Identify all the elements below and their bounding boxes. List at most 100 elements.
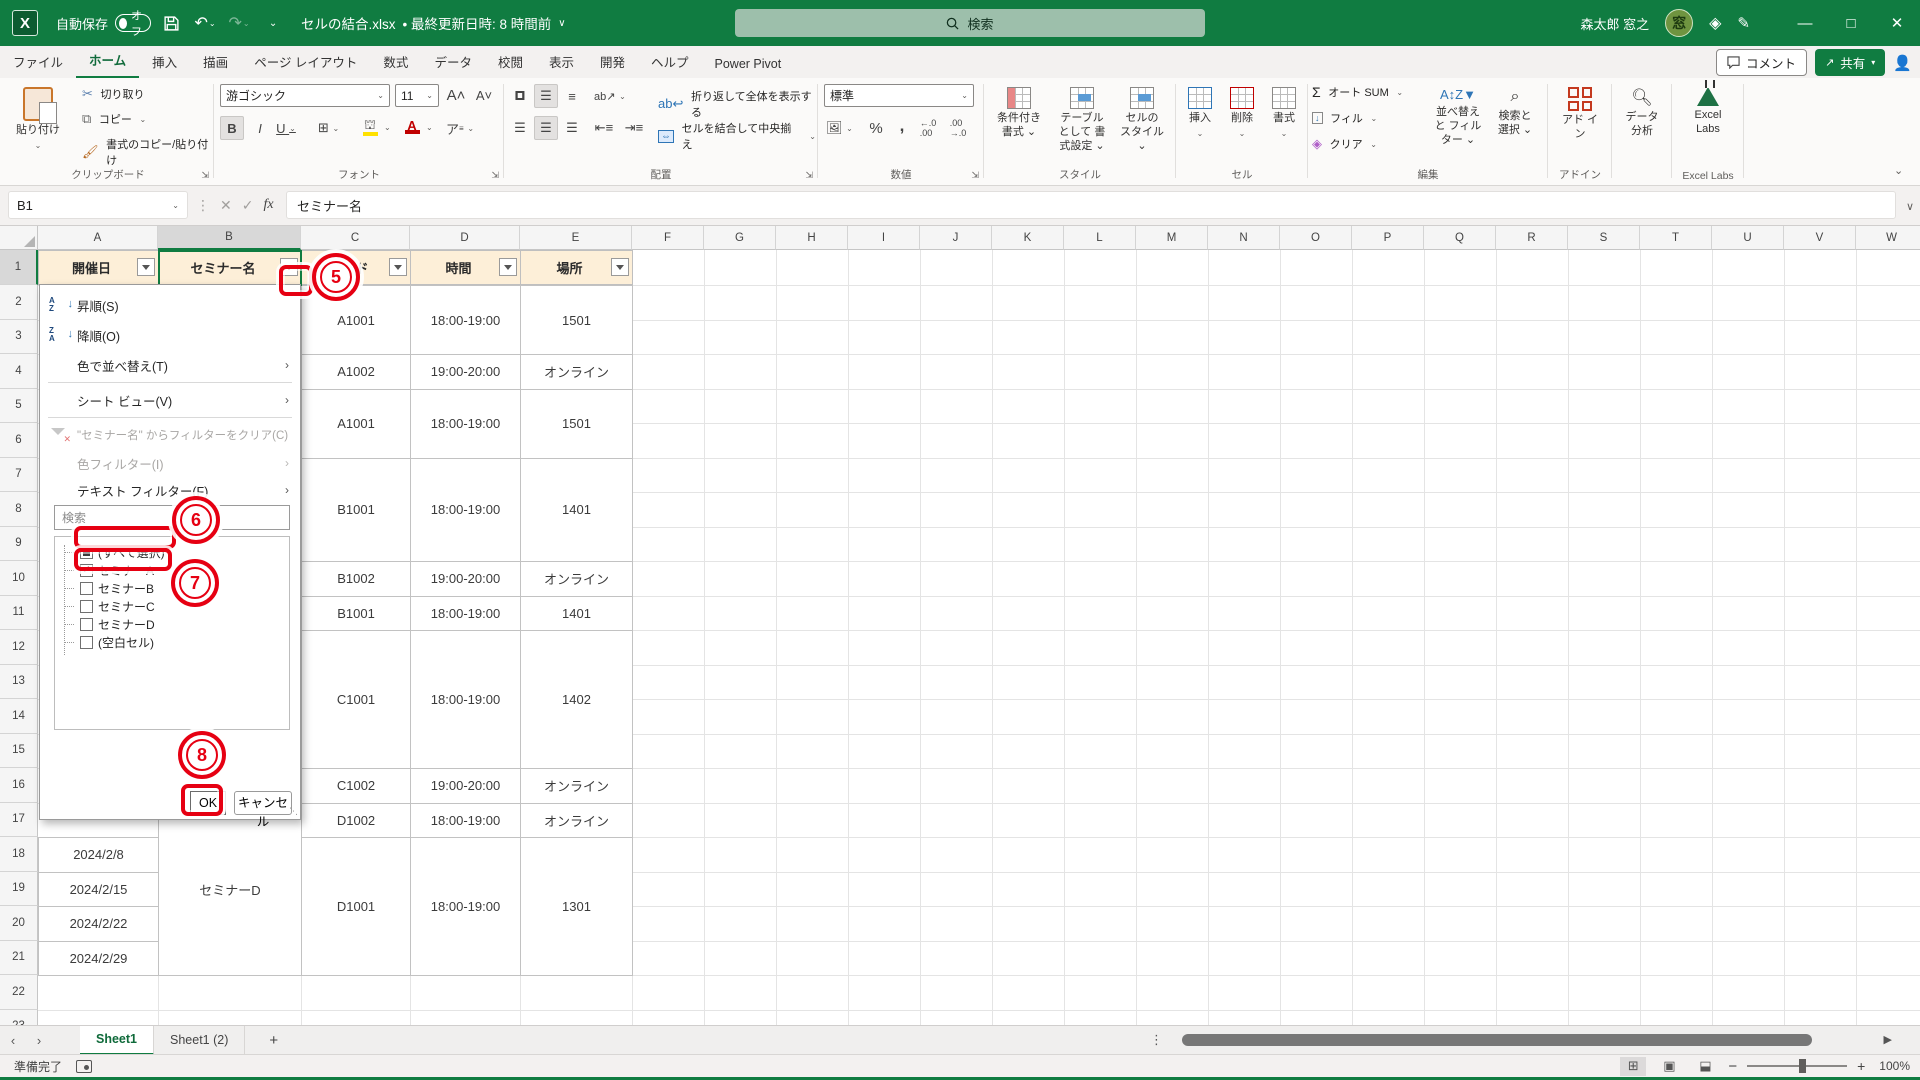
insert-function-icon[interactable]: fx xyxy=(263,197,273,213)
column-header-H[interactable]: H xyxy=(776,226,848,250)
table-header-D[interactable]: 時間 xyxy=(410,250,521,285)
column-header-J[interactable]: J xyxy=(920,226,992,250)
pen-mode-icon[interactable]: ✎ xyxy=(1737,14,1750,32)
column-header-E[interactable]: E xyxy=(520,226,632,250)
checkbox-unchecked[interactable] xyxy=(80,581,93,595)
tab-ファイル[interactable]: ファイル xyxy=(0,46,76,78)
align-right-button[interactable]: ☰ xyxy=(560,116,584,140)
cut-button[interactable]: ✂ 切り取り xyxy=(82,86,145,102)
column-header-S[interactable]: S xyxy=(1568,226,1640,250)
cell-E11[interactable]: 1401 xyxy=(520,595,633,631)
cell-C4[interactable]: A1002 xyxy=(301,354,411,390)
currency-format-button[interactable]: 🖼 ⌄ xyxy=(824,116,855,140)
formula-input[interactable]: セミナー名 xyxy=(286,191,1896,219)
checkbox-unchecked[interactable] xyxy=(80,635,93,649)
page-break-view-icon[interactable]: ⬓ xyxy=(1692,1057,1718,1076)
column-header-V[interactable]: V xyxy=(1784,226,1856,250)
percent-style-button[interactable]: % xyxy=(864,116,888,140)
merge-center-button[interactable]: ⇔ セルを結合して中央揃え ⌄ xyxy=(658,120,816,152)
zoom-out-icon[interactable]: − xyxy=(1728,1058,1737,1075)
row-header-8[interactable]: 8 xyxy=(0,492,38,527)
row-header-7[interactable]: 7 xyxy=(0,457,38,492)
cell-D16[interactable]: 19:00-20:00 xyxy=(410,768,521,804)
number-format-combo[interactable]: 標準 ⌄ xyxy=(824,84,974,107)
row-header-12[interactable]: 12 xyxy=(0,630,38,665)
bold-button[interactable]: B xyxy=(220,116,244,140)
row-header-19[interactable]: 19 xyxy=(0,871,38,906)
cell-A21[interactable]: 2024/2/29 xyxy=(38,940,159,976)
grow-font-button[interactable]: A˄ xyxy=(444,83,468,107)
tab-開発[interactable]: 開発 xyxy=(587,46,638,78)
avatar[interactable]: 窓 xyxy=(1665,9,1694,37)
close-button[interactable]: ✕ xyxy=(1874,0,1920,46)
underline-button[interactable]: U ⌄ xyxy=(274,116,298,140)
cell-C11[interactable]: B1001 xyxy=(301,595,411,631)
column-header-K[interactable]: K xyxy=(992,226,1064,250)
cell-D10[interactable]: 19:00-20:00 xyxy=(410,561,521,597)
tab-ページ レイアウト[interactable]: ページ レイアウト xyxy=(241,46,370,78)
column-header-P[interactable]: P xyxy=(1352,226,1424,250)
cell-C16[interactable]: C1002 xyxy=(301,768,411,804)
fill-color-button[interactable]: ⛫ xyxy=(358,114,382,138)
row-header-16[interactable]: 16 xyxy=(0,768,38,803)
row-header-15[interactable]: 15 xyxy=(0,733,38,768)
row-header-11[interactable]: 11 xyxy=(0,595,38,630)
column-header-O[interactable]: O xyxy=(1280,226,1352,250)
cell-styles-button[interactable]: セルの スタイル ⌄ xyxy=(1114,82,1170,158)
italic-button[interactable]: I xyxy=(248,116,272,140)
cell-C12[interactable]: C1001 xyxy=(301,630,411,769)
row-header-9[interactable]: 9 xyxy=(0,526,38,561)
cell-E4[interactable]: オンライン xyxy=(520,354,633,390)
sheet-tab-Sheet1 (2)[interactable]: Sheet1 (2) xyxy=(154,1025,246,1055)
font-color-button[interactable]: A xyxy=(400,114,424,138)
phonetic-guide-button[interactable]: ア ≡ ⌄ xyxy=(444,116,476,140)
save-icon[interactable] xyxy=(157,9,185,37)
row-header-21[interactable]: 21 xyxy=(0,940,38,975)
name-box[interactable]: B1 ⌄ xyxy=(8,191,188,219)
cell-E10[interactable]: オンライン xyxy=(520,561,633,597)
row-header-20[interactable]: 20 xyxy=(0,906,38,941)
cell-D7[interactable]: 18:00-19:00 xyxy=(410,457,521,562)
find-select-button[interactable]: ⌕ 検索と 選択 ⌄ xyxy=(1488,82,1542,143)
decrease-indent-button[interactable]: ⇤≡ xyxy=(592,116,616,140)
number-dialog-launcher-icon[interactable]: ⇲ xyxy=(971,170,979,181)
cell-D17[interactable]: 18:00-19:00 xyxy=(410,802,521,838)
checklist-item-セミナーC[interactable]: セミナーC xyxy=(55,597,289,615)
conditional-formatting-button[interactable]: 条件付き書式 ⌄ xyxy=(988,82,1050,145)
menu-item-sort-ascending[interactable]: AZ 昇順(S) xyxy=(41,290,299,320)
row-header-6[interactable]: 6 xyxy=(0,423,38,458)
cell-A19[interactable]: 2024/2/15 xyxy=(38,871,159,907)
cell-D2[interactable]: 18:00-19:00 xyxy=(410,285,521,355)
worksheet-grid[interactable]: AZ 昇順(S) ZA 降順(O) 色で並べ替え(T)› シート ビュー(V)›… xyxy=(0,226,1920,1025)
filter-dropdown-button-A[interactable] xyxy=(137,258,155,276)
delete-cells-button[interactable]: 削除 ⌄ xyxy=(1222,82,1262,144)
clear-button[interactable]: ◈ クリア ⌄ xyxy=(1312,136,1377,152)
cell-C5[interactable]: A1001 xyxy=(301,388,411,459)
checklist-item-セミナーD[interactable]: セミナーD xyxy=(55,615,289,633)
cancel-filter-button[interactable]: キャンセル xyxy=(234,791,292,829)
quick-access-chevron-icon[interactable]: ⌄ xyxy=(259,9,287,37)
cell-C17[interactable]: D1002 xyxy=(301,802,411,838)
row-header-2[interactable]: 2 xyxy=(0,285,38,320)
cell-C2[interactable]: A1001 xyxy=(301,285,411,355)
gem-icon[interactable]: ◈ xyxy=(1709,13,1721,33)
autosave-switch[interactable]: オフ xyxy=(115,10,152,38)
cell-D12[interactable]: 18:00-19:00 xyxy=(410,630,521,769)
cell-D4[interactable]: 19:00-20:00 xyxy=(410,354,521,390)
cell-D5[interactable]: 18:00-19:00 xyxy=(410,388,521,459)
cell-E17[interactable]: オンライン xyxy=(520,802,633,838)
decrease-decimal-button[interactable]: .00 →.0 xyxy=(946,116,970,140)
sheet-nav-prev-icon[interactable]: ‹ xyxy=(0,1033,26,1048)
row-header-4[interactable]: 4 xyxy=(0,354,38,389)
sheet-nav-next-icon[interactable]: › xyxy=(26,1033,52,1048)
fill-button[interactable]: ↓ フィル ⌄ xyxy=(1312,110,1377,126)
data-analysis-button[interactable]: 🔍︎ データ 分析 xyxy=(1614,82,1670,144)
menu-item-text-filter[interactable]: テキスト フィルター(F) › xyxy=(41,475,299,505)
font-dialog-launcher-icon[interactable]: ⇲ xyxy=(491,170,499,181)
search-box[interactable]: 検索 xyxy=(735,9,1205,37)
row-header-18[interactable]: 18 xyxy=(0,837,38,872)
align-left-button[interactable]: ☰ xyxy=(508,116,532,140)
paste-button[interactable]: 貼り付け ⌄ xyxy=(10,82,66,156)
people-icon[interactable]: 👤 xyxy=(1893,54,1912,72)
wrap-text-button[interactable]: ab↩ 折り返して全体を表示する xyxy=(658,88,816,120)
